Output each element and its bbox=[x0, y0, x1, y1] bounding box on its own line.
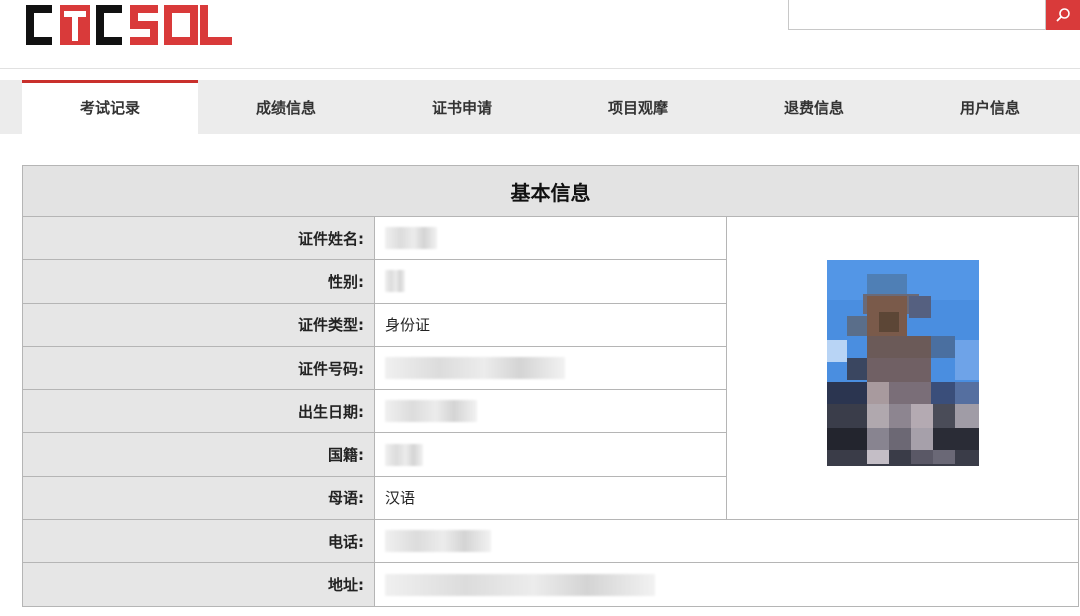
field-value-id-type: 身份证 bbox=[374, 302, 727, 347]
field-label-native-language: 母语: bbox=[22, 475, 375, 521]
tab-refund-info[interactable]: 退费信息 bbox=[726, 80, 902, 134]
field-value-phone bbox=[374, 519, 1079, 564]
field-value-gender bbox=[374, 259, 727, 304]
main-nav: 考试记录 成绩信息 证书申请 项目观摩 退费信息 用户信息 bbox=[0, 80, 1080, 134]
field-value-id-number bbox=[374, 345, 727, 391]
field-label-phone: 电话: bbox=[22, 519, 375, 564]
field-label-id-number: 证件号码: bbox=[22, 345, 375, 391]
table-row: 电话: bbox=[22, 519, 1079, 564]
logo-image bbox=[26, 5, 232, 45]
field-value-birth-date bbox=[374, 389, 727, 434]
tab-exam-records[interactable]: 考试记录 bbox=[22, 80, 198, 134]
ctcsol-logo[interactable] bbox=[22, 4, 234, 46]
field-label-name: 证件姓名: bbox=[22, 215, 375, 261]
redacted-value bbox=[385, 270, 405, 293]
field-value-address bbox=[374, 562, 1079, 607]
header-divider bbox=[0, 68, 1080, 69]
search-input[interactable] bbox=[788, 0, 1046, 30]
redacted-value bbox=[385, 530, 491, 553]
table-row: 证件姓名: bbox=[22, 215, 1079, 521]
photo-cell bbox=[726, 215, 1079, 521]
field-label-birth-date: 出生日期: bbox=[22, 389, 375, 434]
search-button[interactable] bbox=[1046, 0, 1080, 30]
profile-photo bbox=[826, 260, 979, 473]
redacted-value bbox=[385, 443, 423, 466]
tab-project-observation[interactable]: 项目观摩 bbox=[550, 80, 726, 134]
field-value-nationality bbox=[374, 432, 727, 477]
field-label-id-type: 证件类型: bbox=[22, 302, 375, 347]
section-title: 基本信息 bbox=[22, 165, 1079, 217]
table-row: 地址: bbox=[22, 562, 1079, 607]
field-label-address: 地址: bbox=[22, 562, 375, 607]
redacted-value bbox=[385, 400, 477, 423]
redacted-value bbox=[385, 227, 437, 250]
basic-info-table: 基本信息 证件姓名: 性别: 证件类型: 身份证 证件号码: 出生日期: 国籍:… bbox=[22, 165, 1079, 607]
redacted-value bbox=[385, 573, 655, 596]
tab-certificate-application[interactable]: 证书申请 bbox=[374, 80, 550, 134]
field-label-nationality: 国籍: bbox=[22, 432, 375, 477]
search-icon bbox=[1056, 8, 1070, 22]
tab-user-info[interactable]: 用户信息 bbox=[902, 80, 1078, 134]
field-value-name bbox=[374, 215, 727, 261]
redacted-value bbox=[385, 357, 565, 380]
tab-score-info[interactable]: 成绩信息 bbox=[198, 80, 374, 134]
field-label-gender: 性别: bbox=[22, 259, 375, 304]
field-value-native-language: 汉语 bbox=[374, 475, 727, 521]
